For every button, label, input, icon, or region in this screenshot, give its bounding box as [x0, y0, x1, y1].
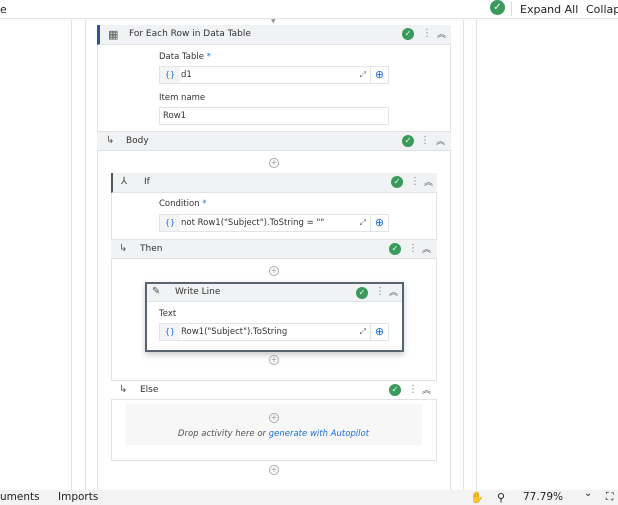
branch-arrow-icon: ↳ [106, 135, 115, 146]
then-title: Then [140, 244, 163, 254]
if-branch-icon: ⅄ [121, 176, 128, 187]
add-activity-icon[interactable]: + [269, 413, 279, 423]
label-text: Condition [159, 199, 200, 209]
connector-arrow-icon: ▼ [271, 18, 276, 25]
collapse-icon[interactable]: ︽ [437, 27, 446, 40]
expression-icon: {} [160, 324, 180, 340]
add-activity-icon[interactable]: + [269, 266, 279, 276]
more-options-icon[interactable]: ⋮ [420, 136, 430, 146]
top-toolbar: e ✓ Expand All Collap [0, 0, 618, 19]
branch-arrow-icon: ↳ [119, 243, 128, 254]
drop-text: Drop activity here or [177, 429, 269, 439]
data-table-label: Data Table * [159, 52, 211, 62]
zoom-dropdown-icon[interactable]: ⌄ [584, 488, 592, 499]
item-name-input[interactable]: Row1 [159, 107, 389, 125]
else-title: Else [140, 385, 159, 395]
plus-menu-button[interactable]: ⊕ [370, 67, 388, 83]
add-activity-icon[interactable]: + [269, 158, 279, 168]
required-marker: * [206, 52, 211, 62]
text-label: Text [159, 309, 177, 319]
data-table-value: d1 [181, 70, 192, 80]
canvas-border [71, 20, 72, 490]
canvas-border [463, 20, 464, 490]
if-title: If [144, 177, 150, 187]
more-options-icon[interactable]: ⋮ [410, 177, 420, 187]
expression-icon: {} [160, 67, 180, 83]
valid-check-icon: ✓ [356, 287, 368, 299]
body-header[interactable]: ↳ Body ✓ ⋮ ︽ [97, 131, 451, 151]
text-input[interactable]: {} Row1("Subject").ToString ⤢ ⊕ [159, 323, 389, 341]
add-activity-icon[interactable]: + [269, 465, 279, 475]
add-activity-icon[interactable]: + [269, 355, 279, 365]
item-name-value: Row1 [163, 111, 187, 121]
condition-value: not Row1("Subject").ToString = "" [181, 218, 325, 228]
valid-check-icon: ✓ [389, 243, 401, 255]
data-table-input[interactable]: {} d1 ⤢ ⊕ [159, 66, 389, 84]
plus-menu-button[interactable]: ⊕ [370, 324, 388, 340]
expand-all-button[interactable]: Expand All [520, 3, 578, 16]
label-text: Data Table [159, 52, 204, 62]
drop-zone[interactable]: + Drop activity here or generate with Au… [125, 404, 422, 445]
collapse-icon[interactable]: ︽ [422, 383, 431, 396]
autopilot-link[interactable]: generate with Autopilot [269, 429, 369, 439]
fit-to-screen-icon[interactable]: ⛶ [606, 491, 613, 504]
more-options-icon[interactable]: ⋮ [408, 385, 418, 395]
expand-editor-icon[interactable]: ⤢ [360, 327, 366, 337]
expand-editor-icon[interactable]: ⤢ [360, 218, 366, 228]
condition-label: Condition * [159, 199, 207, 209]
item-name-label: Item name [159, 93, 206, 103]
write-line-activity[interactable]: ✎ Write Line ✓ ⋮ ︽ Text {} Row1("Subject… [145, 282, 404, 352]
valid-check-icon: ✓ [389, 384, 401, 396]
valid-check-icon: ✓ [391, 176, 403, 188]
body-title: Body [126, 136, 149, 146]
collapse-all-button[interactable]: Collap [586, 3, 618, 16]
required-marker: * [202, 199, 207, 209]
write-line-header[interactable]: ✎ Write Line ✓ ⋮ ︽ [147, 284, 402, 302]
text-value: Row1("Subject").ToString [181, 327, 288, 337]
if-header[interactable]: ⅄ If ✓ ⋮ ︽ [111, 173, 437, 193]
write-line-icon: ✎ [152, 286, 161, 297]
canvas-border [85, 20, 86, 490]
zoom-level[interactable]: 77.79% [523, 491, 563, 503]
write-line-title: Write Line [175, 287, 221, 297]
plus-menu-button[interactable]: ⊕ [370, 215, 388, 231]
more-options-icon[interactable]: ⋮ [422, 29, 432, 39]
else-header[interactable]: ↳ Else ✓ ⋮ ︽ [111, 380, 437, 400]
zoom-icon[interactable]: ⚲ [497, 491, 505, 504]
more-options-icon[interactable]: ⋮ [375, 287, 385, 297]
data-table-icon: ▦ [108, 28, 119, 41]
more-options-icon[interactable]: ⋮ [408, 244, 418, 254]
branch-arrow-icon: ↳ [119, 384, 128, 395]
collapse-icon[interactable]: ︽ [422, 242, 431, 255]
for-each-header[interactable]: ▦ For Each Row in Data Table ✓ ⋮ ︽ [97, 25, 451, 45]
drop-hint: Drop activity here or generate with Auto… [125, 429, 422, 439]
toolbar-title-fragment: e [0, 3, 7, 16]
canvas-border [476, 20, 477, 490]
for-each-title: For Each Row in Data Table [129, 29, 251, 39]
divider [511, 1, 512, 16]
pan-hand-icon[interactable]: ✋ [470, 491, 484, 504]
arguments-tab[interactable]: uments [0, 491, 40, 503]
valid-check-icon: ✓ [402, 28, 414, 40]
condition-input[interactable]: {} not Row1("Subject").ToString = "" ⤢ ⊕ [159, 214, 389, 232]
then-header[interactable]: ↳ Then ✓ ⋮ ︽ [111, 239, 437, 259]
imports-tab[interactable]: Imports [58, 491, 98, 503]
valid-check-icon: ✓ [402, 135, 414, 147]
collapse-icon[interactable]: ︽ [424, 175, 433, 188]
collapse-icon[interactable]: ︽ [389, 285, 398, 298]
status-bar: uments Imports ✋ ⚲ 77.79% ⌄ ⛶ [0, 488, 618, 505]
expand-editor-icon[interactable]: ⤢ [360, 70, 366, 80]
validation-check-icon[interactable]: ✓ [490, 0, 505, 15]
expression-icon: {} [160, 215, 180, 231]
collapse-icon[interactable]: ︽ [436, 134, 445, 147]
